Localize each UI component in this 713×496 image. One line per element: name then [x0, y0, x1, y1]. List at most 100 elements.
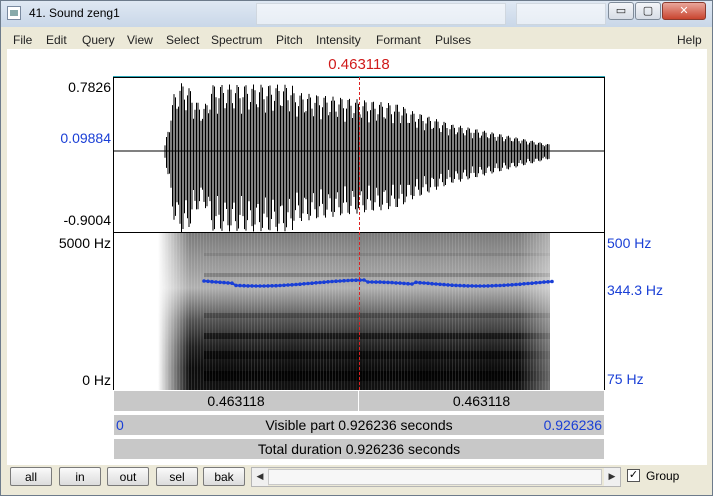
scroll-thumb[interactable] [268, 469, 602, 485]
pitch-point [406, 281, 410, 286]
scroll-left-icon[interactable]: ◀ [252, 468, 268, 486]
pitch-point [454, 283, 458, 288]
group-checkbox[interactable]: ✓ [627, 469, 640, 482]
zoom-all-button[interactable]: all [10, 467, 52, 486]
pitch-point [470, 284, 474, 288]
menu-edit[interactable]: Edit [46, 33, 67, 47]
pitch-point [410, 282, 414, 286]
pitch-point [370, 280, 374, 284]
scroll-right-icon[interactable]: ▶ [604, 468, 620, 486]
pitch-point [542, 280, 546, 284]
pitch-point [222, 280, 226, 285]
pitch-point [430, 281, 434, 286]
menu-query[interactable]: Query [82, 33, 115, 47]
pitch-point [526, 281, 530, 286]
pitch-point [418, 280, 422, 285]
spectrogram-fmax-label: 5000 Hz [58, 235, 111, 251]
pitch-point [490, 284, 494, 288]
pitch-point [330, 279, 334, 284]
cursor-line[interactable] [359, 77, 360, 390]
zoom-out-button[interactable]: out [107, 467, 149, 486]
pitch-point [210, 279, 214, 284]
cursor-time-label: 0.463118 [328, 56, 390, 73]
waveform-cursor-value-label: 0.09884 [60, 130, 111, 146]
pitch-point [350, 278, 354, 283]
spectrogram-fmin-label: 0 Hz [82, 372, 111, 388]
pitch-point [246, 284, 250, 288]
sound-window: 41. Sound zeng1 ▭ ▢ ✕ File Edit Query Vi… [0, 0, 713, 496]
pitch-point [474, 284, 478, 288]
maximize-button[interactable]: ▢ [635, 2, 661, 20]
pitch-point [462, 283, 466, 288]
pitch-point [314, 281, 318, 285]
pitch-point [386, 280, 390, 285]
pitch-point [254, 284, 258, 288]
pitch-point [278, 283, 282, 288]
close-button[interactable]: ✕ [662, 2, 706, 20]
pitch-point [402, 281, 406, 286]
menu-bar: File Edit Query View Select Spectrum Pit… [7, 31, 707, 49]
left-segment-time[interactable]: 0.463118 [114, 391, 359, 411]
pitch-point [510, 283, 514, 287]
cursor-time-bar: 0.463118 0.463118 [113, 390, 605, 412]
background-window-ghost [516, 3, 606, 25]
pitch-point [506, 283, 510, 287]
pitch-point [234, 283, 238, 288]
pitch-point [438, 282, 442, 287]
pitch-point [382, 280, 386, 285]
zoom-back-button[interactable]: bak [203, 467, 245, 486]
pitch-point [270, 284, 274, 288]
menu-intensity[interactable]: Intensity [316, 33, 361, 47]
pitch-point [266, 284, 270, 288]
pitch-point [302, 282, 306, 286]
pitch-point [306, 281, 310, 286]
horizontal-scrollbar[interactable]: ◀ ▶ [251, 467, 621, 487]
right-segment-time[interactable]: 0.463118 [359, 391, 604, 411]
pitch-point [258, 284, 262, 288]
menu-help[interactable]: Help [677, 33, 702, 47]
minimize-button[interactable]: ▭ [608, 2, 634, 20]
pitch-point [310, 281, 314, 285]
pitch-point [426, 281, 430, 286]
pitch-point [238, 283, 242, 288]
app-icon [7, 6, 21, 20]
spectrogram-fade [158, 233, 550, 390]
pitch-point [550, 279, 554, 284]
pitch-point [514, 282, 518, 287]
pitch-point [230, 281, 234, 285]
menu-file[interactable]: File [13, 33, 32, 47]
pitch-point [286, 283, 290, 287]
waveform-ymax-label: 0.7826 [68, 79, 111, 95]
pitch-point [282, 283, 286, 288]
zoom-selection-button[interactable]: sel [156, 467, 198, 486]
menu-view[interactable]: View [127, 33, 153, 47]
menu-pulses[interactable]: Pulses [435, 33, 471, 47]
title-bar[interactable]: 41. Sound zeng1 ▭ ▢ ✕ [1, 1, 712, 27]
waveform-ymin-label: -0.9004 [63, 212, 111, 228]
visible-end-time: 0.926236 [543, 417, 602, 433]
pitch-point [262, 284, 266, 288]
pitch-point [250, 284, 254, 288]
menu-select[interactable]: Select [166, 33, 199, 47]
pitch-point [226, 281, 230, 285]
pitch-point [338, 279, 342, 283]
total-duration-bar: Total duration 0.926236 seconds [113, 438, 605, 460]
menu-spectrum[interactable]: Spectrum [211, 33, 262, 47]
zoom-in-button[interactable]: in [59, 467, 101, 486]
pitch-top-label: 500 Hz [607, 235, 652, 251]
pitch-point [446, 283, 450, 287]
pitch-point [466, 284, 470, 288]
pitch-point [494, 283, 498, 288]
total-duration-label[interactable]: Total duration 0.926236 seconds [114, 439, 604, 459]
menu-pitch[interactable]: Pitch [276, 33, 303, 47]
background-window-ghost [256, 3, 506, 25]
pitch-point [346, 278, 350, 283]
pitch-point [214, 280, 218, 284]
pitch-point [450, 283, 454, 287]
pitch-point [478, 284, 482, 288]
pitch-point [354, 278, 358, 282]
menu-formant[interactable]: Formant [376, 33, 421, 47]
pitch-point [482, 284, 486, 288]
pitch-point [538, 280, 542, 285]
pitch-point [202, 279, 206, 283]
